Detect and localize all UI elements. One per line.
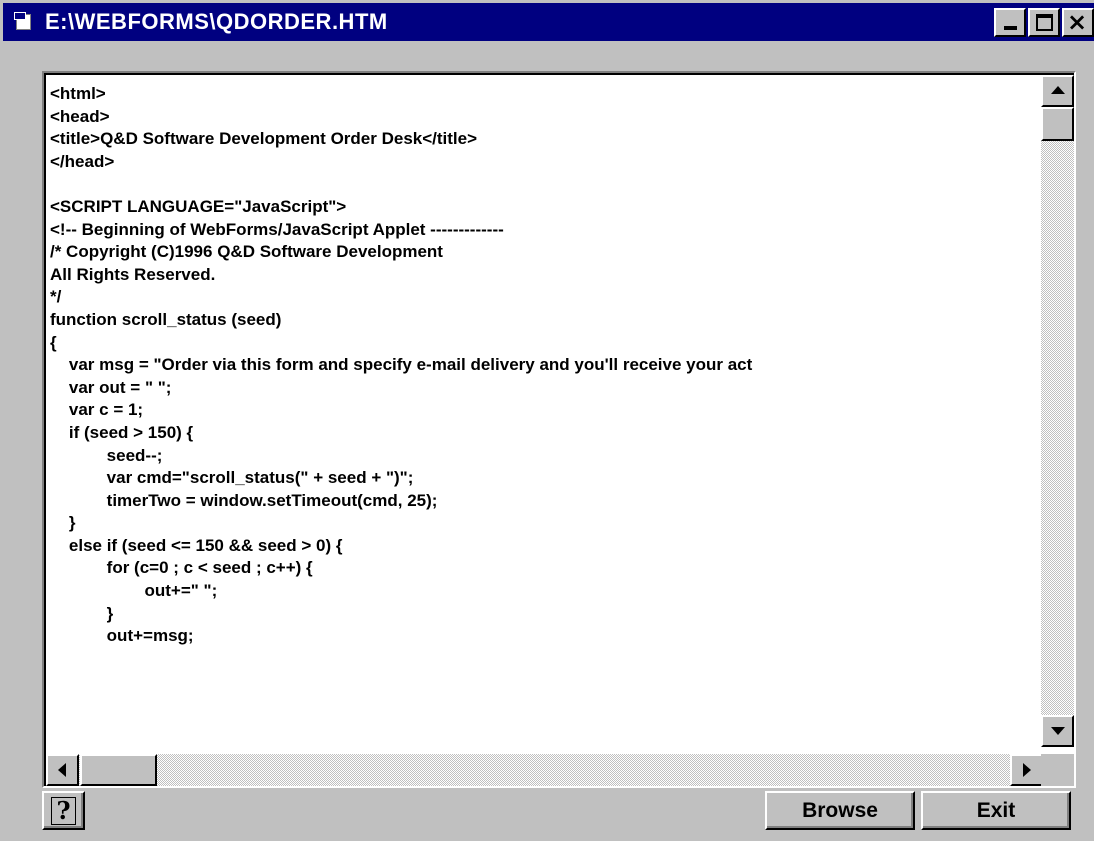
code-line: /* Copyright (C)1996 Q&D Software Develo… — [50, 242, 443, 262]
arrow-right-icon — [1023, 763, 1031, 777]
scroll-left-button[interactable] — [46, 754, 79, 786]
maximize-icon — [1036, 14, 1053, 31]
exit-button[interactable]: Exit — [921, 791, 1071, 830]
code-line: out+=msg; — [50, 626, 194, 646]
document-icon[interactable] — [13, 11, 35, 33]
code-line: */ — [50, 287, 62, 307]
arrow-up-icon — [1051, 86, 1065, 94]
browse-button[interactable]: Browse — [765, 791, 915, 830]
window-title: E:\WEBFORMS\QDORDER.HTM — [45, 9, 388, 34]
close-button[interactable]: × — [1062, 8, 1094, 37]
horizontal-scroll-thumb[interactable] — [80, 754, 157, 786]
help-icon: ? — [51, 796, 76, 825]
scroll-right-button[interactable] — [1010, 754, 1043, 786]
code-line: { — [50, 332, 57, 352]
code-line: var c = 1; — [50, 400, 144, 420]
code-line: seed--; — [50, 445, 163, 465]
title-bar[interactable]: E:\WEBFORMS\QDORDER.HTM × — [3, 3, 1094, 41]
code-text-area[interactable]: <html> <head> <title>Q&D Software Developm… — [50, 83, 1040, 737]
code-line: <!-- Beginning of WebForms/JavaScript Ap… — [50, 219, 504, 239]
arrow-down-icon — [1051, 727, 1065, 735]
code-line: All Rights Reserved. — [50, 264, 216, 284]
code-line: var out = " "; — [50, 377, 172, 397]
window-controls: × — [992, 8, 1094, 37]
scroll-down-button[interactable] — [1041, 715, 1074, 747]
help-button[interactable]: ? — [42, 791, 85, 830]
code-line: <SCRIPT LANGUAGE="JavaScript"> — [50, 196, 347, 216]
maximize-button[interactable] — [1028, 8, 1060, 37]
vertical-scroll-thumb[interactable] — [1041, 107, 1074, 141]
horizontal-scrollbar[interactable] — [46, 754, 1043, 786]
code-line: </head> — [50, 151, 115, 171]
code-line: <title>Q&D Software Development Order De… — [50, 129, 478, 149]
code-editor[interactable]: <html> <head> <title>Q&D Software Developm… — [42, 71, 1076, 788]
code-line: if (seed > 150) { — [50, 422, 194, 442]
code-line: } — [50, 603, 114, 623]
code-line: var cmd="scroll_status(" + seed + ")"; — [50, 468, 414, 488]
code-line: var msg = "Order via this form and speci… — [50, 355, 753, 375]
minimize-icon — [1004, 26, 1017, 30]
app-window: E:\WEBFORMS\QDORDER.HTM × <html> <head> <t… — [0, 0, 1094, 841]
scroll-up-button[interactable] — [1041, 75, 1074, 107]
code-line: else if (seed <= 150 && seed > 0) { — [50, 535, 343, 555]
code-line: timerTwo = window.setTimeout(cmd, 25); — [50, 490, 438, 510]
arrow-left-icon — [58, 763, 66, 777]
code-line: function scroll_status (seed) — [50, 309, 282, 329]
code-line: <html> — [50, 84, 106, 103]
minimize-button[interactable] — [994, 8, 1026, 37]
vertical-scrollbar[interactable] — [1041, 75, 1074, 747]
code-line: } — [50, 513, 76, 533]
code-line: out+=" "; — [50, 581, 218, 601]
scrollbar-corner — [1041, 754, 1074, 786]
code-line: for (c=0 ; c < seed ; c++) { — [50, 558, 313, 578]
code-line: <head> — [50, 106, 110, 126]
close-icon: × — [1067, 8, 1088, 36]
